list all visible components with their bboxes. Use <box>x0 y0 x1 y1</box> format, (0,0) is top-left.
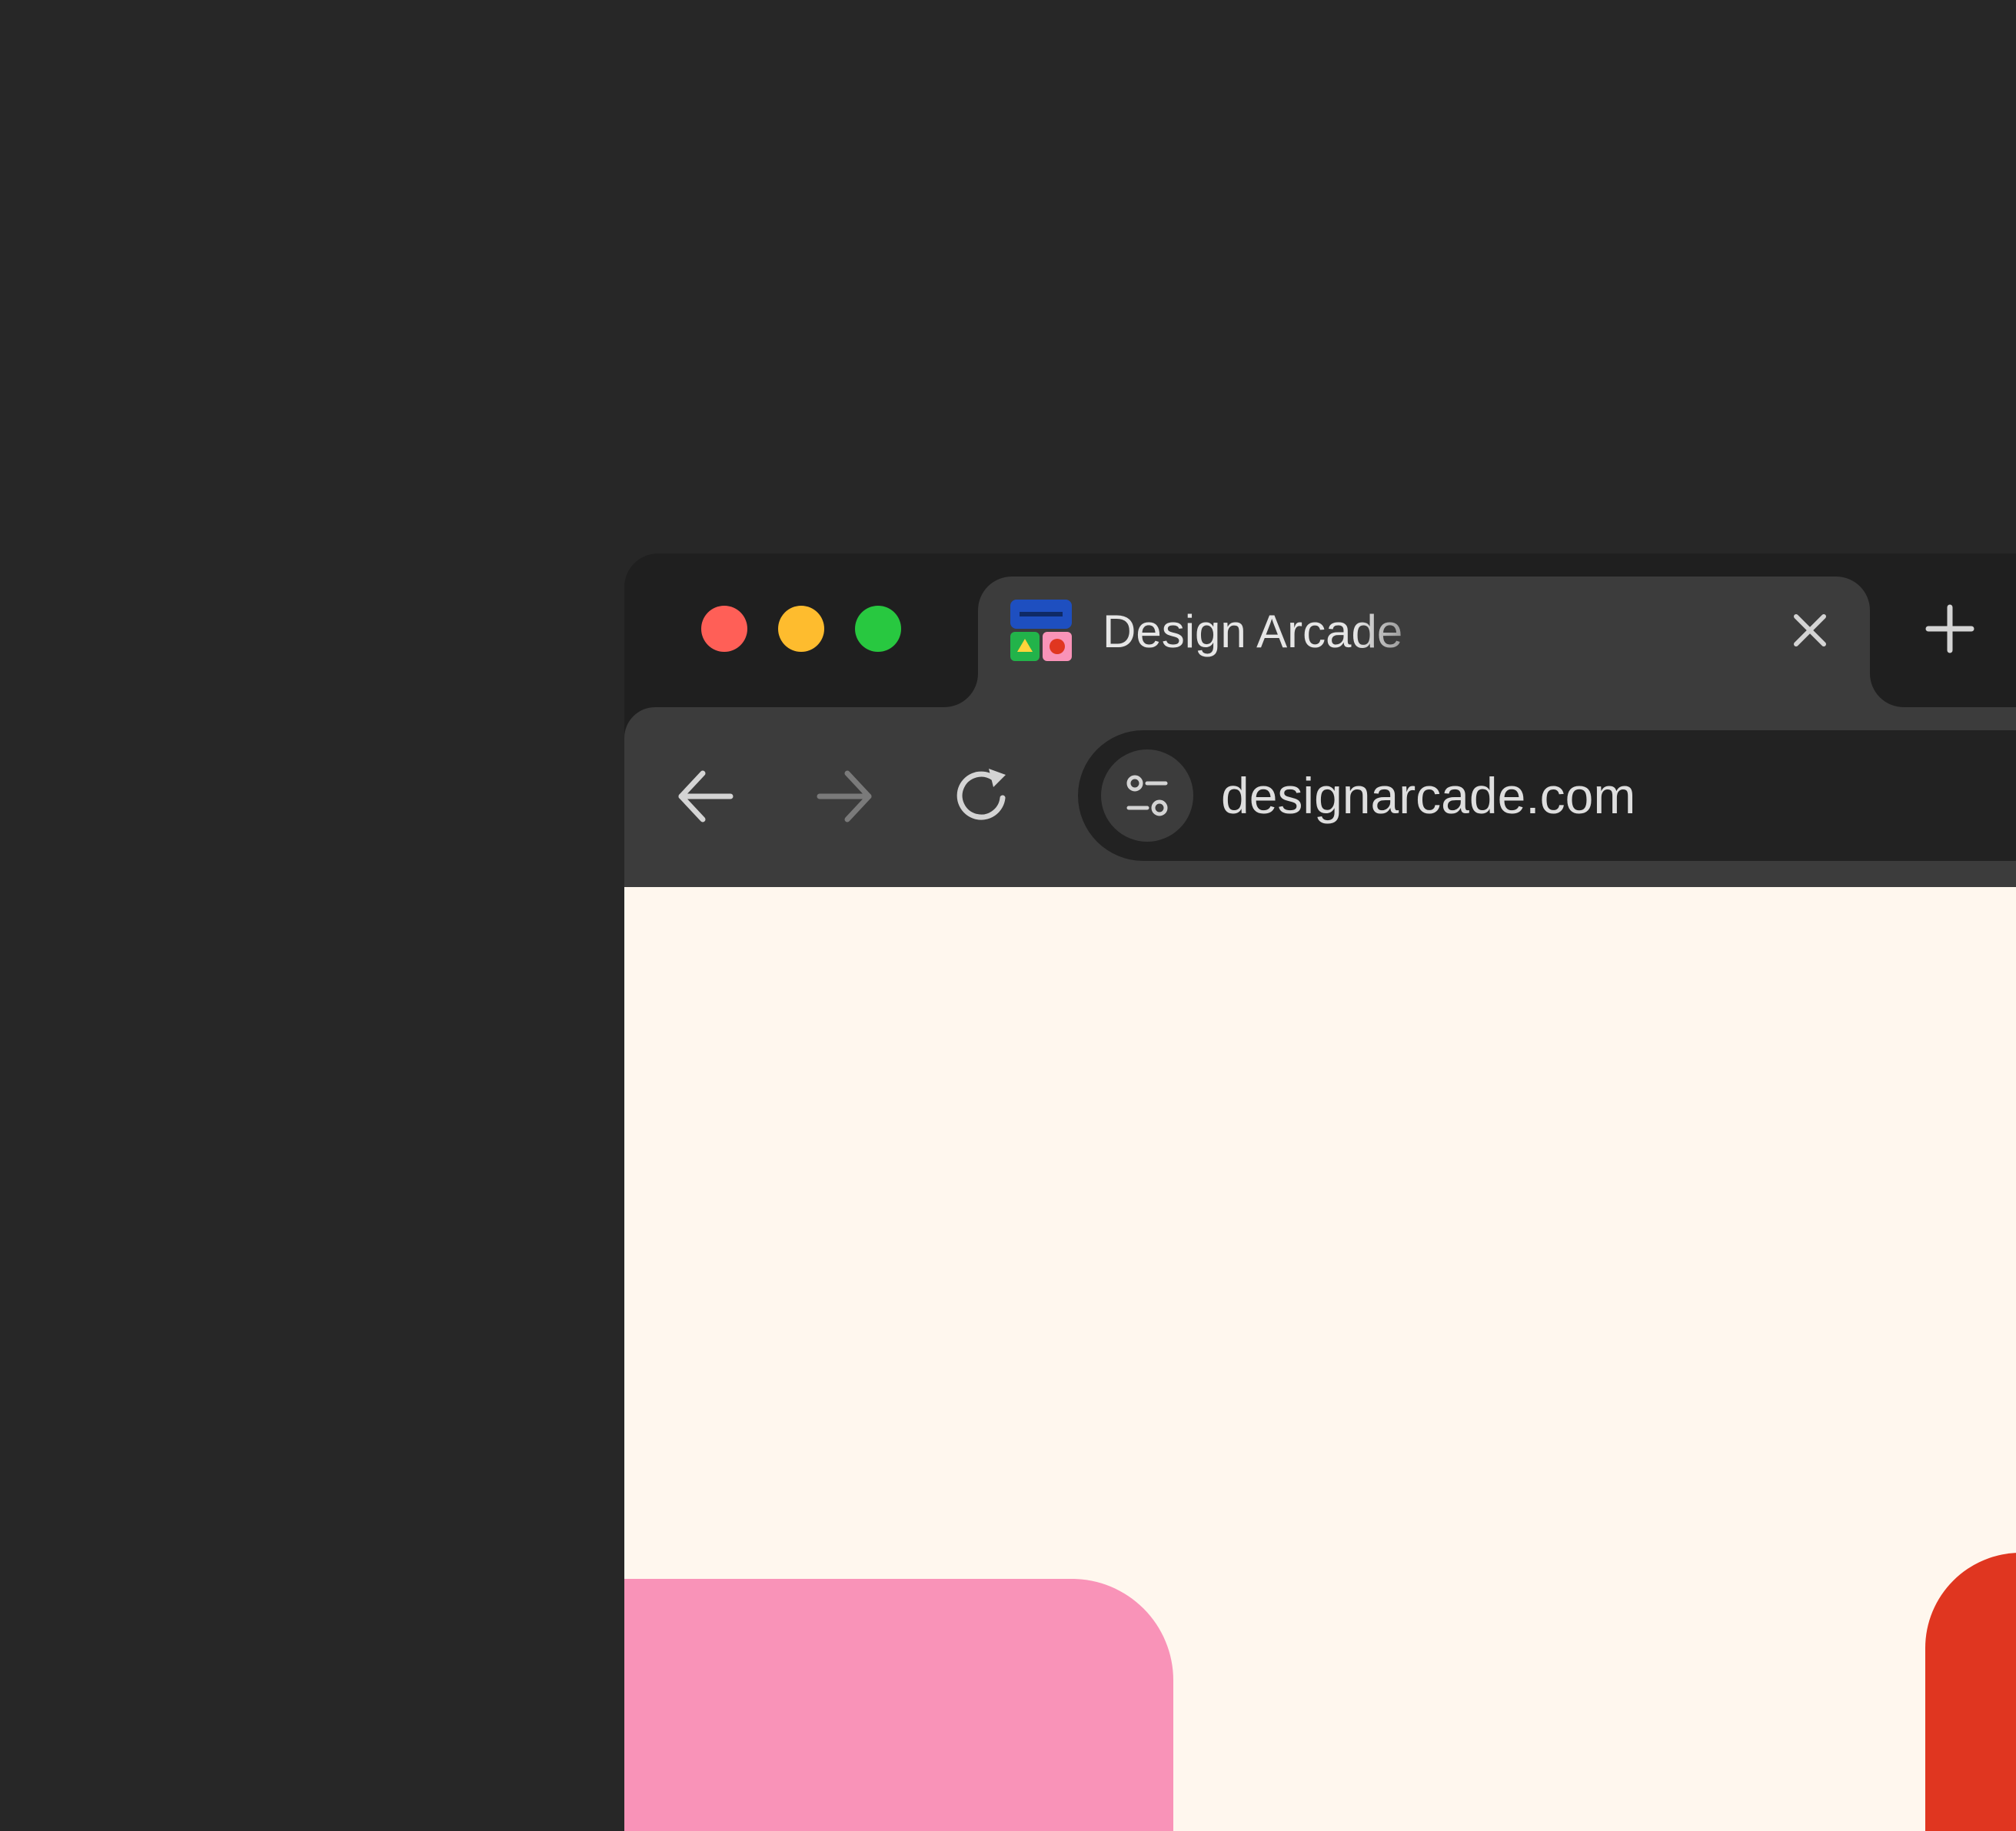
plus-icon[interactable] <box>1918 596 1982 661</box>
site-info-button[interactable] <box>1101 749 1193 842</box>
page-content <box>624 887 2016 1831</box>
window-close-button[interactable] <box>701 606 747 652</box>
arrow-right-icon[interactable] <box>807 759 881 833</box>
close-icon[interactable] <box>1787 607 1833 653</box>
browser-toolbar: designarcade.com <box>624 707 2016 887</box>
browser-window: Design Arcade designarcade.com <box>624 553 2016 1831</box>
active-tab[interactable]: Design Arcade <box>978 577 1870 707</box>
design-arcade-logo-icon <box>1010 600 1072 661</box>
tab-corner-left <box>944 673 978 707</box>
window-maximize-button[interactable] <box>855 606 901 652</box>
reload-icon[interactable] <box>946 759 1020 833</box>
tab-corner-right <box>1870 673 1904 707</box>
tab-title: Design Arcade <box>1103 606 1403 657</box>
address-bar[interactable]: designarcade.com <box>1078 730 2016 861</box>
sliders-icon <box>1126 775 1168 816</box>
arrow-left-icon[interactable] <box>669 759 743 833</box>
red-shape <box>1925 1553 2016 1831</box>
url-text[interactable]: designarcade.com <box>1221 763 1635 829</box>
window-minimize-button[interactable] <box>778 606 824 652</box>
pink-shape <box>624 1579 1173 1831</box>
